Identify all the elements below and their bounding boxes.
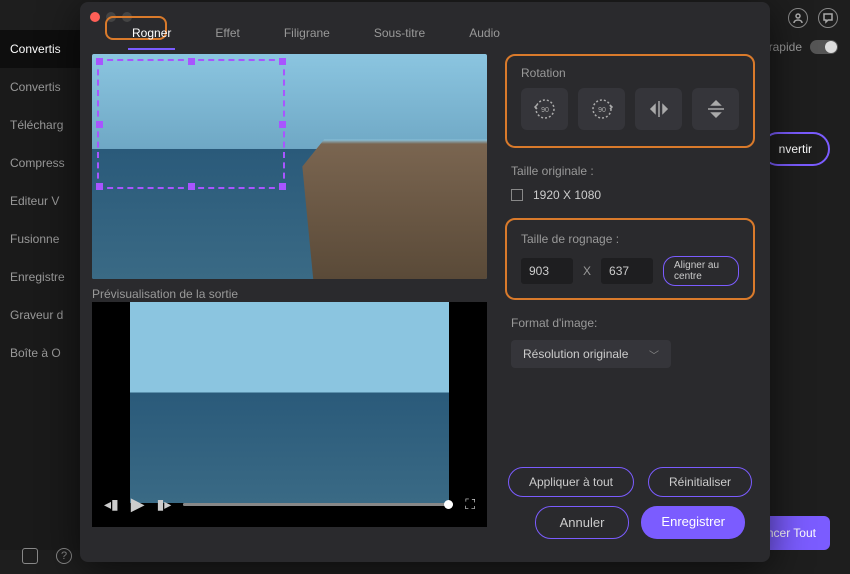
original-size-label: Taille originale : [511, 164, 755, 178]
crop-height-input[interactable] [601, 258, 653, 284]
tab-effect[interactable]: Effet [193, 20, 261, 46]
prev-frame-icon[interactable]: ◂▮ [104, 496, 119, 513]
help-icon[interactable]: ? [56, 548, 72, 564]
rotate-left-90-button[interactable]: 90 [521, 88, 568, 130]
expand-icon [511, 189, 523, 201]
crop-separator: X [583, 264, 591, 278]
sidebar-item-5[interactable]: Fusionne [0, 220, 85, 258]
sidebar-item-0[interactable]: Convertis [0, 30, 85, 68]
right-panel: Rotation 90 90 Taille originale : [505, 54, 755, 547]
player-controls: ◂▮ ▶ ▮▸ ⛶ [104, 494, 475, 515]
preview-area: ◂▮ ▶ ▮▸ ⛶ [92, 302, 487, 527]
flip-vertical-button[interactable] [692, 88, 739, 130]
bottom-row: Annuler Enregistrer [535, 506, 745, 539]
sidebar-item-2[interactable]: Télécharg [0, 106, 85, 144]
next-frame-icon[interactable]: ▮▸ [157, 496, 172, 513]
format-section: Format d'image: Résolution originale ﹀ [505, 316, 755, 368]
convert-button-bg[interactable]: nvertir [761, 132, 830, 166]
crop-handle-tr[interactable] [279, 58, 286, 65]
book-icon[interactable] [22, 548, 38, 564]
sidebar: Convertis Convertis Télécharg Compress E… [0, 30, 85, 550]
source-video-area[interactable] [92, 54, 487, 279]
original-size-section: Taille originale : 1920 X 1080 [505, 164, 755, 202]
rapide-toggle[interactable] [810, 40, 838, 54]
svg-text:90: 90 [598, 107, 606, 114]
close-icon[interactable] [90, 12, 100, 22]
crop-handle-tc[interactable] [188, 58, 195, 65]
tab-watermark[interactable]: Filigrane [262, 20, 352, 46]
sidebar-item-1[interactable]: Convertis [0, 68, 85, 106]
rotation-label: Rotation [521, 66, 739, 80]
rotation-section: Rotation 90 90 [505, 54, 755, 148]
sidebar-item-3[interactable]: Compress [0, 144, 85, 182]
tab-subtitle[interactable]: Sous-titre [352, 20, 447, 46]
rapide-toggle-area: rapide [769, 40, 838, 54]
apply-all-button[interactable]: Appliquer à tout [508, 467, 634, 497]
crop-handle-br[interactable] [279, 183, 286, 190]
sidebar-item-6[interactable]: Enregistre [0, 258, 85, 296]
crop-handle-bl[interactable] [96, 183, 103, 190]
original-size-value: 1920 X 1080 [533, 188, 601, 202]
cancel-button[interactable]: Annuler [535, 506, 630, 539]
bottom-toolbar: ? [0, 548, 72, 564]
crop-handle-bc[interactable] [188, 183, 195, 190]
sidebar-item-4[interactable]: Editeur V [0, 182, 85, 220]
play-icon[interactable]: ▶ [131, 494, 145, 515]
save-button[interactable]: Enregistrer [641, 506, 745, 539]
format-select[interactable]: Résolution originale ﹀ [511, 340, 671, 368]
tab-audio[interactable]: Audio [447, 20, 522, 46]
reset-button[interactable]: Réinitialiser [648, 467, 752, 497]
user-icon[interactable] [788, 8, 808, 28]
chat-icon[interactable] [818, 8, 838, 28]
crop-selection[interactable] [97, 59, 285, 189]
sidebar-item-7[interactable]: Graveur d [0, 296, 85, 334]
crop-size-label: Taille de rognage : [521, 232, 739, 246]
align-center-button[interactable]: Aligner au centre [663, 256, 739, 286]
action-row: Appliquer à tout Réinitialiser [505, 467, 755, 497]
flip-horizontal-button[interactable] [635, 88, 682, 130]
format-label: Format d'image: [511, 316, 755, 330]
rapide-label: rapide [769, 40, 802, 54]
crop-size-section: Taille de rognage : X Aligner au centre [505, 218, 755, 300]
crop-handle-mr[interactable] [279, 121, 286, 128]
crop-handle-tl[interactable] [96, 58, 103, 65]
rotate-right-90-button[interactable]: 90 [578, 88, 625, 130]
crop-width-input[interactable] [521, 258, 573, 284]
sidebar-item-8[interactable]: Boîte à O [0, 334, 85, 372]
fullscreen-icon[interactable]: ⛶ [465, 496, 475, 513]
crop-handle-ml[interactable] [96, 121, 103, 128]
progress-bar[interactable] [183, 503, 453, 506]
tabs: Rogner Effet Filigrane Sous-titre Audio [80, 2, 770, 46]
format-selected-value: Résolution originale [523, 347, 628, 361]
crop-modal: Rogner Effet Filigrane Sous-titre Audio … [80, 2, 770, 562]
chevron-down-icon: ﹀ [649, 347, 659, 362]
preview-video [130, 302, 449, 503]
svg-text:90: 90 [541, 107, 549, 114]
preview-label: Prévisualisation de la sortie [92, 287, 238, 301]
top-right-icons [788, 8, 838, 28]
tab-crop[interactable]: Rogner [110, 20, 193, 46]
